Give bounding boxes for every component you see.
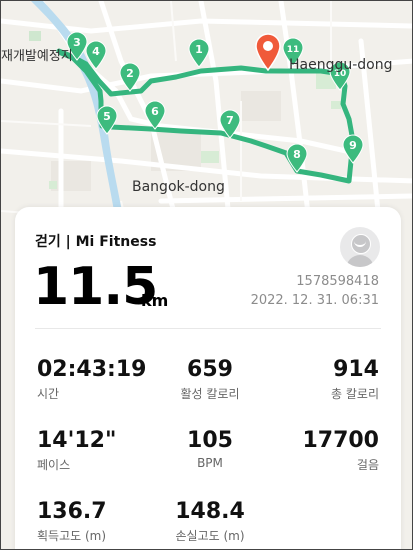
- stat-value: 105: [187, 428, 233, 453]
- stat-elevation-gain: 136.7 획득고도 (m): [37, 499, 107, 544]
- marker-label: 5: [103, 110, 111, 123]
- divider: [35, 328, 381, 329]
- marker-label: 4: [92, 45, 100, 58]
- marker-pin-icon: 8: [286, 143, 308, 173]
- distance-value: 11.5: [33, 257, 158, 317]
- marker-pin-icon: 7: [219, 109, 241, 139]
- stat-bpm: 105 BPM: [175, 428, 245, 470]
- user-id: 1578598418: [296, 274, 379, 289]
- marker-label: 9: [349, 139, 357, 152]
- screenshot-frame: 1 2 3 4 5 6 7 8 9 10 11 재개발예정지 Haenggu-d…: [0, 0, 413, 550]
- marker-pin-icon: 1: [188, 38, 210, 68]
- stat-active-calories: 659 활성 칼로리: [175, 357, 245, 402]
- stat-pace: 14'12" 페이스: [37, 428, 116, 473]
- stat-value: 136.7: [37, 499, 107, 524]
- stat-value: 17700: [302, 428, 379, 453]
- stat-value: 14'12": [37, 428, 117, 453]
- stat-value: 02:43:19: [37, 357, 147, 382]
- marker-label: 6: [151, 105, 159, 118]
- stat-total-calories: 914 총 칼로리: [331, 357, 379, 402]
- stat-value: 914: [333, 357, 379, 382]
- workout-summary-card: 걷기 | Mi Fitness 11.5 km 1578598418 2022.…: [15, 207, 401, 549]
- marker-label: 1: [195, 43, 203, 56]
- map-label-road: on-ro: [0, 121, 3, 150]
- stat-label: BPM: [197, 456, 223, 470]
- stat-label: 총 칼로리: [331, 387, 379, 401]
- stat-label: 획득고도 (m): [37, 529, 107, 543]
- location-pin-icon: [255, 33, 281, 71]
- marker-pin-icon: 2: [119, 62, 141, 92]
- marker-label: 7: [226, 114, 234, 127]
- marker-label: 8: [293, 148, 301, 161]
- marker-label: 11: [287, 45, 300, 55]
- map-canvas[interactable]: [1, 1, 413, 241]
- stat-label: 걸음: [356, 458, 379, 472]
- map-label-jaegaebal: 재개발예정지: [1, 49, 73, 64]
- route-map[interactable]: 1 2 3 4 5 6 7 8 9 10 11 재개발예정지 Haenggu-d…: [0, 1, 413, 241]
- avatar-body-icon: [346, 255, 374, 267]
- marker-pin-icon: 5: [96, 105, 118, 135]
- stat-label: 활성 칼로리: [180, 387, 240, 401]
- map-label-bangok: Bangok-dong: [132, 179, 225, 195]
- stat-label: 페이스: [37, 458, 71, 472]
- stat-label: 시간: [37, 387, 60, 401]
- marker-label: 3: [73, 36, 81, 49]
- activity-title: 걷기 | Mi Fitness: [35, 234, 157, 250]
- workout-datetime: 2022. 12. 31. 06:31: [250, 293, 379, 308]
- distance-unit: km: [141, 291, 169, 310]
- stat-value: 659: [187, 357, 233, 382]
- user-avatar[interactable]: [340, 227, 380, 267]
- stat-duration: 02:43:19 시간: [37, 357, 146, 402]
- stat-value: 148.4: [175, 499, 245, 524]
- marker-label: 2: [126, 67, 134, 80]
- marker-pin-icon: 6: [144, 100, 166, 130]
- stat-steps: 17700 걸음: [302, 428, 379, 473]
- marker-pin-icon: 4: [85, 40, 107, 70]
- marker-pin-icon: 9: [342, 134, 364, 164]
- stat-label: 손실고도 (m): [175, 529, 245, 543]
- stat-elevation-loss: 148.4 손실고도 (m): [175, 499, 245, 544]
- map-label-haenggu: Haenggu-dong: [289, 57, 393, 73]
